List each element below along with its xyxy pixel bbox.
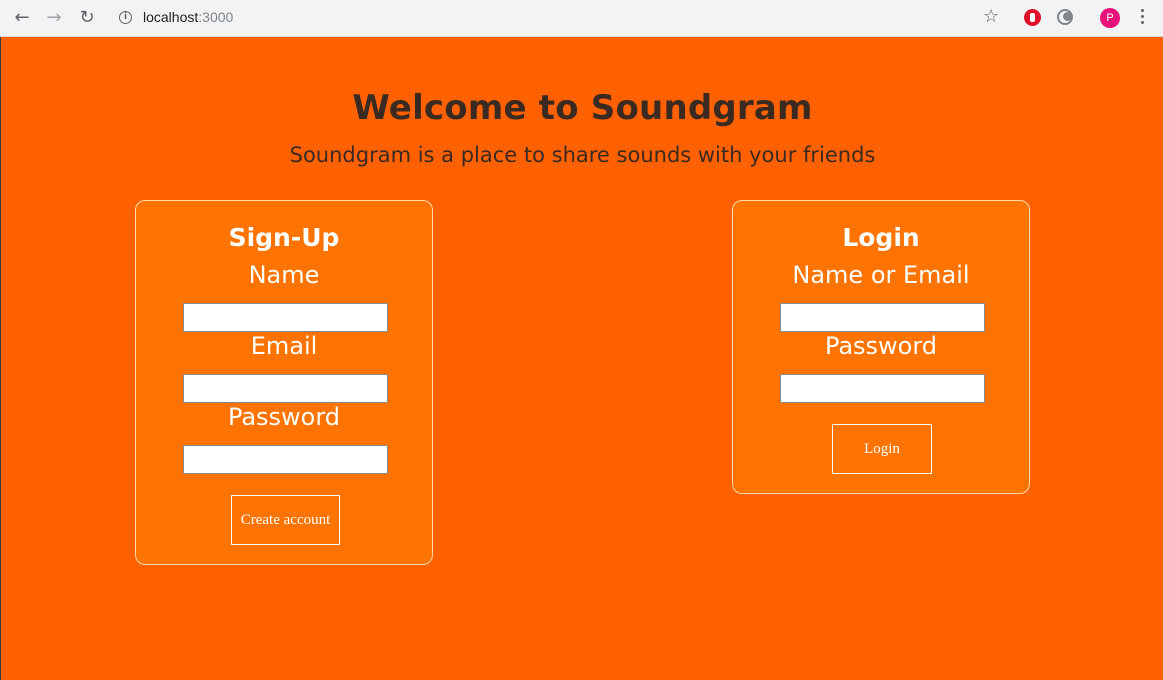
page-title: Welcome to Soundgram [352, 88, 813, 128]
signup-form: Sign-Up Name Email Password Create accou… [135, 200, 433, 565]
signup-password-input[interactable] [183, 445, 388, 474]
login-identifier-input[interactable] [780, 303, 985, 332]
login-password-input[interactable] [780, 374, 985, 403]
star-icon[interactable]: ☆ [983, 6, 999, 27]
kebab-menu-icon[interactable] [1137, 9, 1147, 29]
browser-toolbar: ← → ↻ i localhost:3000 ☆ P [0, 0, 1163, 37]
create-account-button[interactable]: Create account [231, 495, 340, 545]
url-host: localhost [143, 9, 199, 25]
signup-name-label: Name [248, 261, 320, 289]
reload-icon[interactable]: ↻ [75, 6, 99, 30]
signup-email-label: Email [250, 332, 318, 360]
login-form: Login Name or Email Password Login [732, 200, 1030, 494]
back-arrow-icon[interactable]: ← [10, 6, 34, 30]
signup-password-label: Password [227, 403, 341, 431]
url-port: :3000 [198, 9, 234, 25]
login-identifier-label: Name or Email [792, 261, 970, 289]
signup-title: Sign-Up [228, 223, 340, 252]
info-icon[interactable]: i [119, 11, 132, 24]
login-password-label: Password [824, 332, 938, 360]
profile-avatar[interactable]: P [1100, 8, 1120, 28]
signup-name-input[interactable] [183, 303, 388, 332]
extension-darkmode-icon[interactable] [1057, 9, 1073, 25]
page-subtitle: Soundgram is a place to share sounds wit… [289, 143, 876, 167]
page-body: Welcome to Soundgram Soundgram is a plac… [0, 37, 1163, 680]
login-title: Login [842, 223, 920, 252]
extension-adblock-icon[interactable] [1024, 9, 1041, 26]
login-button[interactable]: Login [832, 424, 932, 474]
address-bar[interactable]: localhost:3000 [143, 9, 233, 25]
signup-email-input[interactable] [183, 374, 388, 403]
forward-arrow-icon[interactable]: → [42, 6, 66, 30]
